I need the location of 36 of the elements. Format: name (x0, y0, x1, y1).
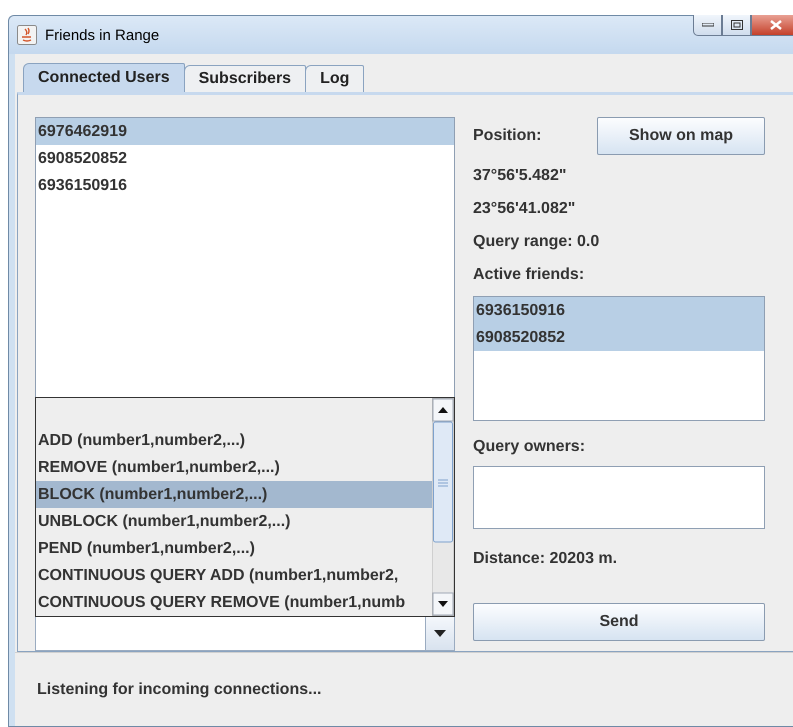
scrollbar[interactable] (432, 398, 454, 616)
query-owners-label: Query owners: (473, 438, 586, 456)
distance-text: Distance: 20203 m. (473, 550, 618, 568)
dropdown-option[interactable]: CONTINUOUS QUERY REMOVE (number1,numb (36, 589, 432, 616)
user-list-item[interactable]: 6936150916 (36, 172, 454, 199)
longitude-text: 23°56'41.082" (473, 200, 576, 218)
dropdown-option[interactable]: CONTINUOUS QUERY ADD (number1,number2, (36, 562, 432, 589)
status-text: Listening for incoming connections... (37, 680, 322, 698)
minimize-button[interactable] (693, 15, 722, 36)
user-list-item[interactable]: 6976462919 (36, 118, 454, 145)
friend-list-item[interactable]: 6936150916 (474, 297, 764, 324)
tab[interactable]: Log (305, 65, 364, 92)
maximize-icon (730, 20, 742, 30)
send-button[interactable]: Send (473, 603, 765, 641)
dropdown-option[interactable]: ADD (number1,number2,...) (36, 427, 432, 454)
user-list-item[interactable]: 6908520852 (36, 145, 454, 172)
dropdown-option[interactable]: PEND (number1,number2,...) (36, 535, 432, 562)
query-range-text: Query range: 0.0 (473, 233, 600, 251)
tab[interactable]: Subscribers (184, 65, 306, 92)
close-icon (770, 20, 782, 30)
command-combo-box[interactable] (35, 615, 455, 651)
friend-list-item[interactable]: 6908520852 (474, 324, 764, 351)
coffee-cup-icon (17, 25, 37, 45)
window-title: Friends in Range (45, 26, 160, 44)
minimize-icon (702, 23, 714, 27)
dropdown-option[interactable]: BLOCK (number1,number2,...) (36, 481, 432, 508)
dropdown-arrow-icon (434, 630, 446, 637)
position-label: Position: (473, 127, 542, 145)
maximize-button[interactable] (722, 15, 751, 36)
tab[interactable]: Connected Users (23, 63, 185, 92)
latitude-text: 37°56'5.482" (473, 167, 568, 185)
close-button[interactable] (751, 15, 793, 36)
active-friends-label: Active friends: (473, 266, 586, 284)
dropdown-option[interactable]: UNBLOCK (number1,number2,...) (36, 508, 432, 535)
dropdown-option[interactable]: REMOVE (number1,number2,...) (36, 454, 432, 481)
show-on-map-button[interactable]: Show on map (597, 117, 765, 155)
